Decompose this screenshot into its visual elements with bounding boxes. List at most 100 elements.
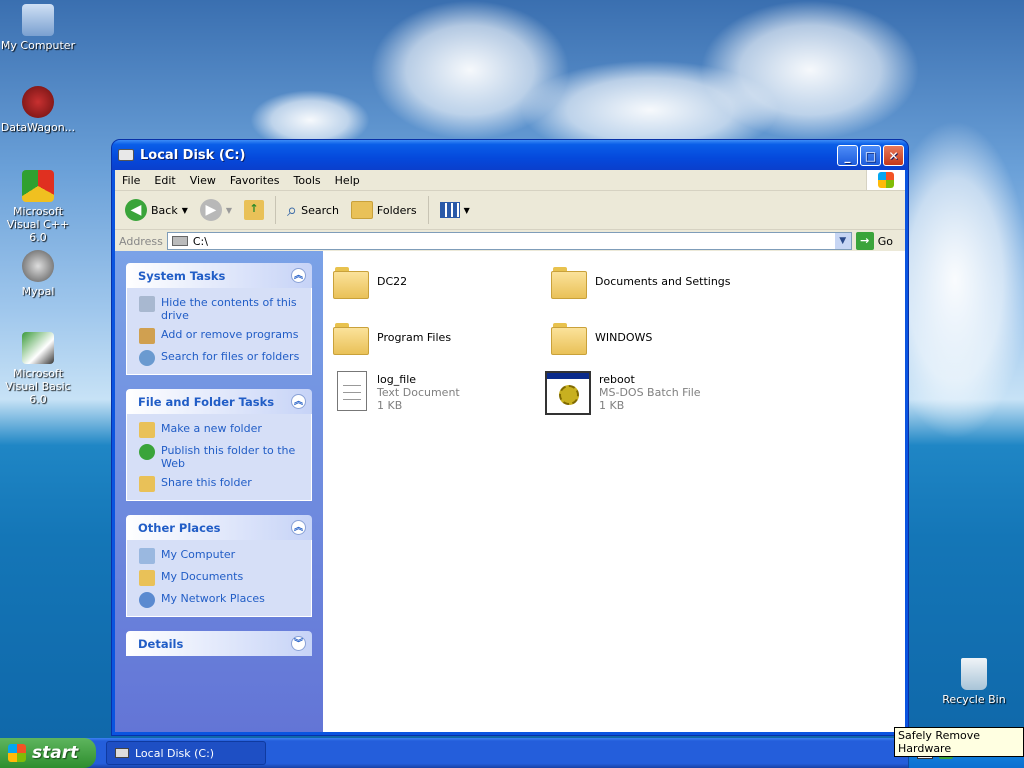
search-icon — [139, 350, 155, 366]
desktop-icon-label: My Computer — [0, 39, 76, 52]
collapse-icon[interactable]: ︽ — [291, 394, 306, 409]
place-my-documents[interactable]: My Documents — [139, 570, 303, 586]
panel-header[interactable]: System Tasks ︽ — [126, 263, 312, 288]
taskbar-window-button[interactable]: Local Disk (C:) — [106, 741, 266, 765]
share-folder-icon — [139, 476, 155, 492]
folders-label: Folders — [376, 203, 417, 217]
task-label: My Documents — [161, 570, 244, 583]
forward-button[interactable]: ▶ ▼ — [196, 197, 236, 223]
task-label: Share this folder — [161, 476, 252, 489]
taskbar: start Local Disk (C:) 9:05 PM — [0, 738, 1024, 768]
panel-header[interactable]: Details ︾ — [126, 631, 312, 656]
desktop-icon-label: Recycle Bin — [942, 693, 1006, 706]
file-item[interactable]: Program Files — [333, 319, 543, 355]
folders-button[interactable]: Folders — [347, 199, 421, 221]
chevron-down-icon: ▼ — [463, 205, 470, 215]
details-panel: Details ︾ — [126, 631, 312, 656]
views-button[interactable]: ▼ — [436, 200, 474, 220]
address-bar: Address C:\ ▼ → Go — [115, 230, 905, 253]
forward-arrow-icon: ▶ — [199, 199, 222, 221]
explorer-window: Local Disk (C:) _ □ ✕ File Edit View Fav… — [112, 140, 908, 735]
system-tasks-panel: System Tasks ︽ Hide the contents of this… — [126, 263, 312, 375]
panel-title: Other Places — [138, 520, 221, 535]
place-my-network[interactable]: My Network Places — [139, 592, 303, 608]
file-item[interactable]: DC22 — [333, 263, 543, 299]
task-pane: System Tasks ︽ Hide the contents of this… — [115, 251, 323, 732]
desktop-icon-mypal[interactable]: Mypal — [0, 250, 78, 298]
place-my-computer[interactable]: My Computer — [139, 548, 303, 564]
task-new-folder[interactable]: Make a new folder — [139, 422, 303, 438]
go-button[interactable]: → Go — [855, 232, 901, 250]
datawagon-icon — [22, 86, 54, 118]
toolbar-separator — [427, 196, 429, 224]
address-label: Address — [119, 234, 163, 248]
chevron-down-icon[interactable]: ▼ — [182, 206, 188, 215]
chevron-down-icon[interactable]: ▼ — [834, 233, 851, 249]
collapse-icon[interactable]: ︽ — [291, 268, 306, 283]
back-button[interactable]: ◀ Back ▼ — [121, 197, 192, 223]
computer-icon — [22, 4, 54, 36]
batch-file-icon — [545, 371, 591, 415]
up-button[interactable]: ↑ — [240, 198, 268, 222]
windows-logo-icon — [8, 744, 26, 762]
mypal-icon — [22, 250, 54, 282]
file-type: Text Document — [377, 386, 460, 399]
desktop-icon-label: Microsoft Visual Basic 6.0 — [5, 367, 71, 406]
file-name: Documents and Settings — [595, 275, 731, 288]
desktop-icon-my-computer[interactable]: My Computer — [0, 4, 78, 52]
menu-edit[interactable]: Edit — [147, 174, 182, 187]
search-button[interactable]: ⌕ Search — [283, 198, 343, 223]
documents-icon — [139, 570, 155, 586]
file-size: 1 KB — [599, 399, 625, 412]
folder-up-icon: ↑ — [244, 200, 265, 220]
folder-icon — [333, 319, 369, 355]
panel-header[interactable]: Other Places ︽ — [126, 515, 312, 540]
expand-icon[interactable]: ︾ — [291, 636, 306, 651]
task-share-folder[interactable]: Share this folder — [139, 476, 303, 492]
task-search[interactable]: Search for files or folders — [139, 350, 303, 366]
windows-logo-icon — [866, 170, 905, 190]
menu-favorites[interactable]: Favorites — [223, 174, 287, 187]
menu-view[interactable]: View — [183, 174, 223, 187]
file-item[interactable]: WINDOWS — [551, 319, 761, 355]
hide-icon — [139, 296, 155, 312]
chevron-down-icon[interactable]: ▼ — [226, 206, 232, 215]
cloud — [700, 0, 920, 140]
desktop-icon-label: DataWagon... — [0, 121, 76, 134]
folders-icon — [350, 201, 373, 219]
minimize-button[interactable]: _ — [837, 144, 858, 166]
task-label: My Computer — [161, 548, 236, 561]
menu-tools[interactable]: Tools — [287, 174, 328, 187]
menu-help[interactable]: Help — [328, 174, 367, 187]
visual-basic-icon — [22, 332, 54, 364]
search-icon: ⌕ — [287, 199, 298, 221]
task-label: Publish this folder to the Web — [161, 444, 296, 470]
collapse-icon[interactable]: ︽ — [291, 520, 306, 535]
start-button[interactable]: start — [0, 738, 96, 768]
file-item[interactable]: log_file Text Document 1 KB — [333, 371, 543, 412]
desktop-icon-datawagon[interactable]: DataWagon... — [0, 86, 78, 134]
task-label: Add or remove programs — [161, 328, 299, 341]
file-name: Program Files — [377, 331, 452, 344]
folder-icon — [333, 263, 369, 299]
panel-header[interactable]: File and Folder Tasks ︽ — [126, 389, 312, 414]
go-arrow-icon: → — [855, 232, 874, 250]
desktop-icon-visual-basic[interactable]: Microsoft Visual Basic 6.0 — [0, 332, 78, 406]
maximize-button[interactable]: □ — [860, 144, 881, 166]
close-button[interactable]: ✕ — [883, 144, 904, 166]
address-input[interactable]: C:\ ▼ — [166, 232, 852, 250]
file-item[interactable]: Documents and Settings — [551, 263, 761, 299]
task-hide-contents[interactable]: Hide the contents of this drive — [139, 296, 303, 322]
desktop-icon-recycle-bin[interactable]: Recycle Bin — [934, 658, 1014, 706]
title-bar[interactable]: Local Disk (C:) _ □ ✕ — [112, 140, 908, 170]
window-title: Local Disk (C:) — [140, 147, 246, 163]
task-publish-web[interactable]: Publish this folder to the Web — [139, 444, 303, 470]
desktop-icon-visual-cpp[interactable]: Microsoft Visual C++ 6.0 — [0, 170, 78, 244]
file-name: WINDOWS — [595, 331, 653, 344]
toolbar-separator — [275, 196, 277, 224]
file-item[interactable]: reboot MS-DOS Batch File 1 KB — [545, 371, 755, 415]
task-add-remove-programs[interactable]: Add or remove programs — [139, 328, 303, 344]
back-label: Back — [151, 203, 178, 217]
file-type: MS-DOS Batch File — [599, 386, 701, 399]
menu-file[interactable]: File — [115, 174, 147, 187]
